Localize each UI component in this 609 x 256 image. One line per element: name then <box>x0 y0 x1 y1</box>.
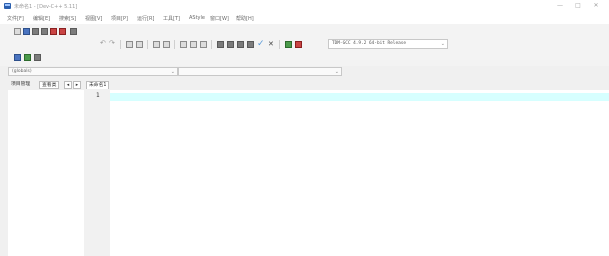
redo-icon[interactable]: ↷ <box>109 40 116 47</box>
compiler-value: TDM-GCC 4.9.2 64-bit Release <box>332 41 407 46</box>
add-file-icon[interactable] <box>24 54 31 61</box>
tab-classes[interactable]: 查看类 <box>39 81 60 89</box>
toolbar-separator <box>174 40 175 49</box>
window-title: 未命名1 - [Dev-C++ 5.11] <box>14 4 78 10</box>
tab-scroll-left[interactable]: ◂ <box>64 81 72 89</box>
toolbar-separator <box>279 40 280 49</box>
open-icon[interactable] <box>23 28 30 35</box>
app-icon <box>4 3 11 9</box>
menu-file[interactable]: 文件[F] <box>7 15 24 22</box>
menu-tools[interactable]: 工具[T] <box>163 15 180 22</box>
rebuild-icon[interactable] <box>247 41 254 48</box>
maximize-button[interactable]: □ <box>570 1 586 11</box>
save-icon[interactable] <box>32 28 39 35</box>
toolbar-area: ↶ ↷ ✓ ✕ <box>0 24 609 66</box>
menu-bar: 文件[F] 编辑[E] 搜索[S] 视图[V] 项目[P] 运行[R] 工具[T… <box>0 12 609 24</box>
compiler-select[interactable]: TDM-GCC 4.9.2 64-bit Release ⌄ <box>328 39 448 49</box>
function-select[interactable]: ⌄ <box>178 67 342 76</box>
print-icon[interactable] <box>70 28 77 35</box>
compile-run-icon[interactable] <box>237 41 244 48</box>
close-file-icon[interactable] <box>50 28 57 35</box>
tab-scroll-right[interactable]: ▸ <box>73 81 81 89</box>
project-panel[interactable] <box>8 90 85 256</box>
close-button[interactable]: ✕ <box>588 1 604 11</box>
chevron-down-icon: ⌄ <box>170 69 175 75</box>
replace-icon[interactable] <box>136 41 143 48</box>
goto-icon[interactable] <box>180 41 187 48</box>
scope-select[interactable]: (globals) ⌄ <box>8 67 178 76</box>
chevron-down-icon: ⌄ <box>334 69 339 75</box>
line-number-gutter <box>84 90 110 256</box>
code-editor[interactable] <box>84 90 609 256</box>
close-all-icon[interactable] <box>59 28 66 35</box>
unindent-icon[interactable] <box>163 41 170 48</box>
menu-run[interactable]: 运行[R] <box>137 15 154 22</box>
panel-tabs: 项目管理 查看类 ◂ ▸ 未命名1 <box>0 79 609 90</box>
indent-icon[interactable] <box>153 41 160 48</box>
minimize-button[interactable]: — <box>552 1 568 11</box>
save-all-icon[interactable] <box>41 28 48 35</box>
undo-icon[interactable]: ↶ <box>100 40 107 47</box>
debug-icon[interactable] <box>285 41 292 48</box>
menu-help[interactable]: 帮助[H] <box>236 15 254 22</box>
menu-astyle[interactable]: AStyle <box>189 15 205 21</box>
run-icon[interactable] <box>227 41 234 48</box>
chevron-down-icon: ⌄ <box>440 41 445 47</box>
tab-project[interactable]: 项目管理 <box>9 81 32 89</box>
check-icon[interactable]: ✓ <box>257 40 265 49</box>
menu-window[interactable]: 窗口[W] <box>210 15 229 22</box>
toolbar-separator <box>147 40 148 49</box>
menu-search[interactable]: 搜索[S] <box>59 15 76 22</box>
find-icon[interactable] <box>126 41 133 48</box>
remove-file-icon[interactable] <box>34 54 41 61</box>
title-bar: 未命名1 - [Dev-C++ 5.11] — □ ✕ <box>0 0 609 12</box>
new-file-icon[interactable] <box>14 28 21 35</box>
line-number: 1 <box>96 92 100 99</box>
menu-edit[interactable]: 编辑[E] <box>33 15 50 22</box>
bookmark-icon[interactable] <box>190 41 197 48</box>
new-project-icon[interactable] <box>14 54 21 61</box>
menu-project[interactable]: 项目[P] <box>111 15 128 22</box>
profile-icon[interactable] <box>295 41 302 48</box>
toggle-icon[interactable] <box>200 41 207 48</box>
scope-value: (globals) <box>12 69 32 74</box>
tab-untitled[interactable]: 未命名1 <box>86 81 110 89</box>
compile-icon[interactable] <box>217 41 224 48</box>
toolbar-separator <box>120 40 121 49</box>
current-line-highlight <box>110 93 609 101</box>
menu-view[interactable]: 视图[V] <box>85 15 102 22</box>
stop-icon[interactable]: ✕ <box>268 41 275 48</box>
toolbar-separator <box>211 40 212 49</box>
